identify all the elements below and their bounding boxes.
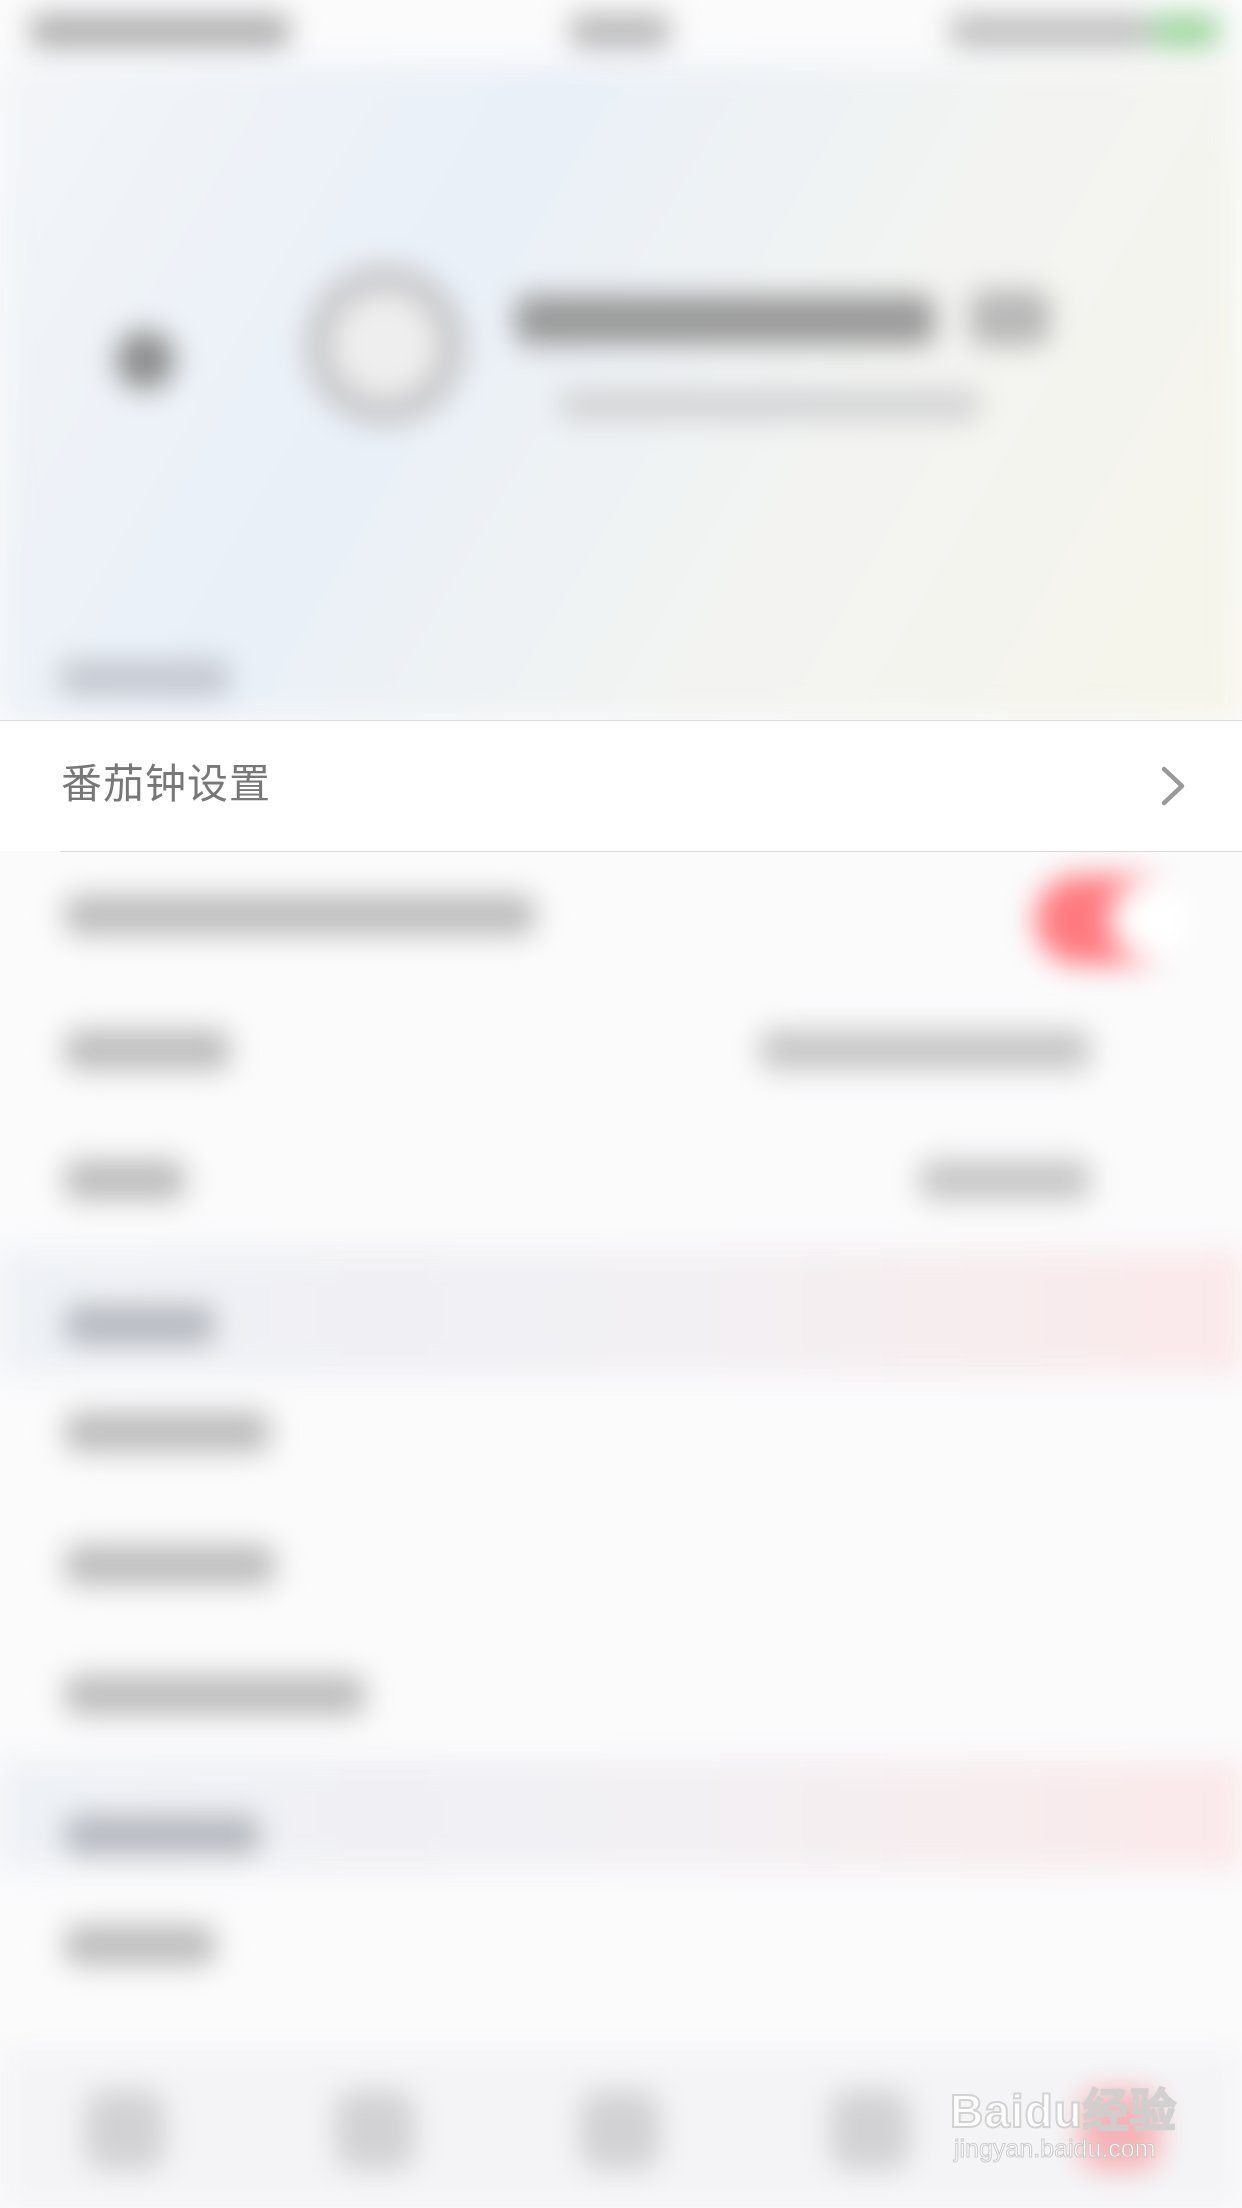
baidu-watermark: Baidu经验 jingyan.baidu.com [949,2075,1230,2185]
profile-subtitle [560,390,980,420]
setting-row-label[interactable] [65,1675,365,1715]
tab-icon[interactable] [830,2090,910,2170]
setting-row-label[interactable] [65,895,535,935]
avatar[interactable] [305,265,465,425]
status-bar [0,0,1242,64]
pomodoro-settings-label: 番茄钟设置 [61,760,271,808]
blurred-background [0,0,1242,2208]
setting-row-label[interactable] [65,1160,185,1200]
tab-icon[interactable] [85,2090,165,2170]
battery-indicator [950,14,1150,48]
profile-badge [970,290,1050,346]
row-divider [60,851,1242,852]
section-header [65,1815,260,1855]
setting-row-label[interactable] [65,1412,270,1452]
setting-row-label[interactable] [65,1925,215,1965]
status-time [570,14,670,48]
toggle-knob [1110,880,1190,960]
tab-icon[interactable] [335,2090,415,2170]
setting-row-value [920,1160,1090,1200]
section-header [65,1305,215,1345]
setting-row-label[interactable] [65,1030,230,1070]
back-icon[interactable] [115,330,175,390]
pomodoro-settings-row[interactable]: 番茄钟设置 [0,720,1242,852]
settings-screen: 番茄钟设置 Baidu经验 jingyan.baidu.com [0,0,1242,2208]
setting-row-value [760,1030,1090,1070]
watermark-brand: Baidu经验 [949,2084,1177,2138]
chevron-right-icon [1161,766,1185,806]
setting-row-label[interactable] [65,1545,275,1585]
profile-name [515,295,935,345]
section-header [60,660,230,696]
battery-icon [1150,14,1220,48]
tab-icon[interactable] [580,2090,660,2170]
watermark-url: jingyan.baidu.com [954,2135,1157,2164]
carrier-indicator [30,14,290,48]
